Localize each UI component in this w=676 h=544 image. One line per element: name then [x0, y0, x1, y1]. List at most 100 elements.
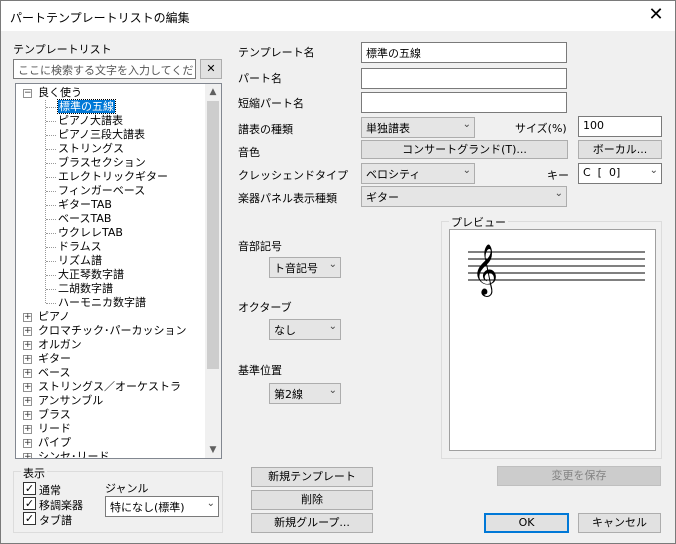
tree-item[interactable]: リズム譜 — [58, 254, 102, 268]
tree-group[interactable]: ベース — [38, 366, 70, 380]
chevron-down-icon: ⌄ — [554, 188, 563, 199]
part-name-label: パート名 — [238, 72, 282, 85]
chevron-down-icon: ⌄ — [328, 321, 337, 332]
reference-position-select[interactable]: 第2線 ⌄ — [269, 383, 341, 404]
panel-type-value: ギター — [366, 191, 399, 204]
tree-item-label: 大正琴数字譜 — [58, 268, 124, 281]
tree-item-label: エレクトリックギター — [58, 170, 168, 183]
expand-icon[interactable]: + — [23, 397, 32, 406]
vocal-button[interactable]: ボーカル... — [578, 140, 662, 159]
tree-item[interactable]: ブラスセクション — [58, 156, 146, 170]
genre-value: 特になし(標準) — [110, 501, 185, 514]
tree-item[interactable]: ギターTAB — [58, 198, 112, 212]
tree-connector — [46, 247, 56, 248]
tree-item[interactable]: ハーモニカ数字譜 — [58, 296, 146, 310]
clear-search-button[interactable]: ✕ — [200, 59, 222, 79]
tree-item[interactable]: ピアノ三段大譜表 — [58, 128, 145, 142]
tree-connector — [46, 121, 56, 122]
tree-group[interactable]: パイプ — [38, 436, 71, 450]
tree-item[interactable]: エレクトリックギター — [58, 170, 168, 184]
title-bar: パートテンプレートリストの編集 ✕ — [1, 1, 675, 31]
tree-connector — [46, 205, 56, 206]
tree-connector — [46, 107, 56, 108]
tree-connector — [46, 289, 56, 290]
expand-icon[interactable]: + — [23, 355, 32, 364]
short-name-input[interactable] — [361, 92, 567, 113]
scroll-down-icon[interactable]: ▼ — [205, 442, 221, 458]
tree-item[interactable]: ドラムス — [58, 240, 102, 254]
checkbox-tab-label: タブ譜 — [39, 514, 72, 527]
part-name-input[interactable] — [361, 68, 567, 89]
tree-group[interactable]: アンサンブル — [38, 394, 103, 408]
clef-select[interactable]: ト音記号 ⌄ — [269, 257, 341, 278]
tree-group[interactable]: ギター — [38, 352, 71, 366]
template-list-label: テンプレートリスト — [13, 43, 112, 56]
expand-icon[interactable]: + — [23, 439, 32, 448]
tree-item[interactable]: 大正琴数字譜 — [58, 268, 124, 282]
size-input[interactable]: 100 — [578, 116, 662, 137]
tree-item[interactable]: ストリングス — [58, 142, 124, 156]
tree-group[interactable]: ストリングス／オーケストラ — [38, 380, 181, 394]
tree-group[interactable]: リード — [38, 422, 71, 436]
cancel-button[interactable]: キャンセル — [578, 513, 661, 533]
expand-icon[interactable]: + — [23, 369, 32, 378]
tree-group[interactable]: シンセ･リード — [38, 450, 110, 459]
octave-select[interactable]: なし ⌄ — [269, 319, 341, 340]
genre-select[interactable]: 特になし(標準) ⌄ — [105, 496, 219, 517]
preview-pane: 𝄞 — [449, 229, 656, 451]
chevron-down-icon: ⌄ — [206, 498, 215, 509]
tree-item[interactable]: 標準の五線 — [57, 99, 116, 114]
tree-group-label: シンセ･リード — [38, 450, 110, 459]
tree-item-label: リズム譜 — [58, 254, 102, 267]
tone-button[interactable]: コンサートグランド(T)... — [361, 140, 568, 159]
expand-icon[interactable]: + — [23, 327, 32, 336]
expand-icon[interactable]: + — [23, 341, 32, 350]
key-select[interactable]: C [ 0] ⌄ — [578, 163, 662, 184]
save-changes-button[interactable]: 変更を保存 — [497, 466, 661, 486]
tree-item[interactable]: フィンガーベース — [58, 184, 145, 198]
staff-type-select[interactable]: 単独譜表 ⌄ — [361, 117, 475, 138]
staff-preview: 𝄞 — [468, 244, 645, 297]
tree-group[interactable]: クロマチック･パーカッション — [38, 324, 187, 338]
template-tree[interactable]: − 良く使う 標準の五線 ピアノ大譜表 ピアノ三段大譜表 ストリングス ブラスセクション エレ… — [15, 83, 222, 459]
delete-button[interactable]: 削除 — [251, 490, 373, 510]
tree-connector — [46, 163, 56, 164]
close-icon[interactable]: ✕ — [643, 4, 669, 28]
tree-item[interactable]: ピアノ大譜表 — [58, 114, 123, 128]
new-group-button[interactable]: 新規グループ... — [251, 513, 373, 533]
tree-connector — [45, 100, 46, 303]
expand-icon[interactable]: + — [23, 313, 32, 322]
tree-group-favorites[interactable]: 良く使う — [38, 86, 82, 100]
collapse-icon[interactable]: − — [23, 89, 32, 98]
template-name-input[interactable]: 標準の五線 — [361, 42, 567, 63]
checkbox-transposing[interactable]: ✓ — [23, 497, 36, 510]
dialog-window: パートテンプレートリストの編集 ✕ テンプレートリスト ここに検索する文字を入力… — [0, 0, 676, 544]
expand-icon[interactable]: + — [23, 411, 32, 420]
tree-item[interactable]: ベースTAB — [58, 212, 111, 226]
crescendo-type-select[interactable]: ベロシティ ⌄ — [361, 163, 475, 184]
window-title: パートテンプレートリストの編集 — [10, 11, 190, 25]
scroll-up-icon[interactable]: ▲ — [205, 84, 221, 100]
tree-item[interactable]: ウクレレTAB — [58, 226, 123, 240]
staff-type-label: 譜表の種類 — [238, 123, 293, 136]
expand-icon[interactable]: + — [23, 453, 32, 458]
tree-group-label: オルガン — [38, 338, 82, 351]
ok-button[interactable]: OK — [484, 513, 569, 533]
expand-icon[interactable]: + — [23, 425, 32, 434]
tree-group[interactable]: オルガン — [38, 338, 82, 352]
checkbox-tab[interactable]: ✓ — [23, 512, 36, 525]
search-input[interactable]: ここに検索する文字を入力してください — [13, 59, 196, 79]
expand-icon[interactable]: + — [23, 383, 32, 392]
checkbox-normal[interactable]: ✓ — [23, 482, 36, 495]
panel-type-select[interactable]: ギター ⌄ — [361, 186, 567, 207]
scroll-thumb[interactable] — [207, 101, 219, 369]
octave-value: なし — [274, 324, 296, 337]
tree-scrollbar[interactable]: ▲ ▼ — [205, 84, 221, 458]
tree-group-label: アンサンブル — [38, 394, 104, 407]
tree-group[interactable]: ブラス — [38, 408, 71, 422]
tree-item[interactable]: 二胡数字譜 — [58, 282, 113, 296]
tree-group-label: ベース — [38, 366, 71, 379]
tree-item-label: ウクレレTAB — [58, 226, 123, 239]
new-template-button[interactable]: 新規テンプレート — [251, 467, 373, 487]
tree-group[interactable]: ピアノ — [38, 310, 70, 324]
